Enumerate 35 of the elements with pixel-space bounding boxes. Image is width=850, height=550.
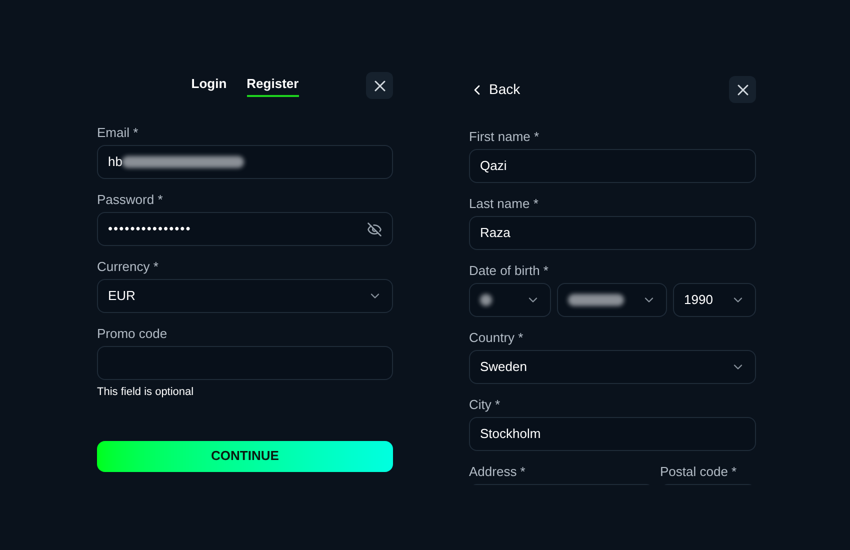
field-label: Date of birth *	[469, 263, 548, 278]
input-field[interactable]: Raza	[469, 216, 756, 250]
input-field[interactable]: Stockholm	[469, 417, 756, 451]
field-value: Qazi	[480, 157, 507, 176]
field-value: hb	[108, 153, 122, 172]
field-label: Address *	[469, 464, 526, 479]
input-field[interactable]: hb	[97, 145, 393, 179]
dropdown[interactable]	[469, 283, 551, 317]
input-field[interactable]: •••••••••••••••	[97, 212, 393, 246]
field-label: Password *	[97, 192, 163, 207]
continue-button[interactable]: CONTINUE	[97, 440, 393, 472]
tab[interactable]: Register	[246, 74, 299, 98]
field-label: Promo code	[97, 326, 168, 341]
field-label: First name *	[469, 129, 540, 144]
field-label: City *	[469, 397, 500, 412]
field-label: Currency *	[97, 259, 158, 274]
input-field[interactable]	[97, 346, 393, 380]
field-label: Country *	[469, 330, 524, 345]
tab[interactable]: Login	[191, 74, 227, 98]
input-field[interactable]: Qazi	[469, 149, 756, 183]
field-value: •••••••••••••••	[108, 220, 192, 238]
field-label: Email *	[97, 125, 138, 140]
close-button[interactable]	[366, 72, 393, 99]
close-button[interactable]	[729, 76, 756, 103]
field-value: Raza	[480, 224, 510, 242]
field-label: Postal code *	[660, 464, 737, 479]
dropdown[interactable]	[557, 283, 667, 317]
hint-text: This field is optional	[97, 385, 195, 400]
dropdown[interactable]: 1990	[673, 283, 756, 317]
hide-password-icon[interactable]	[367, 222, 382, 236]
back-button[interactable]: Back	[469, 79, 520, 100]
dropdown[interactable]: EUR	[97, 279, 393, 313]
field-value: Stockholm	[480, 425, 541, 444]
field-label: Last name *	[469, 196, 538, 211]
dropdown[interactable]: Sweden	[469, 350, 756, 384]
